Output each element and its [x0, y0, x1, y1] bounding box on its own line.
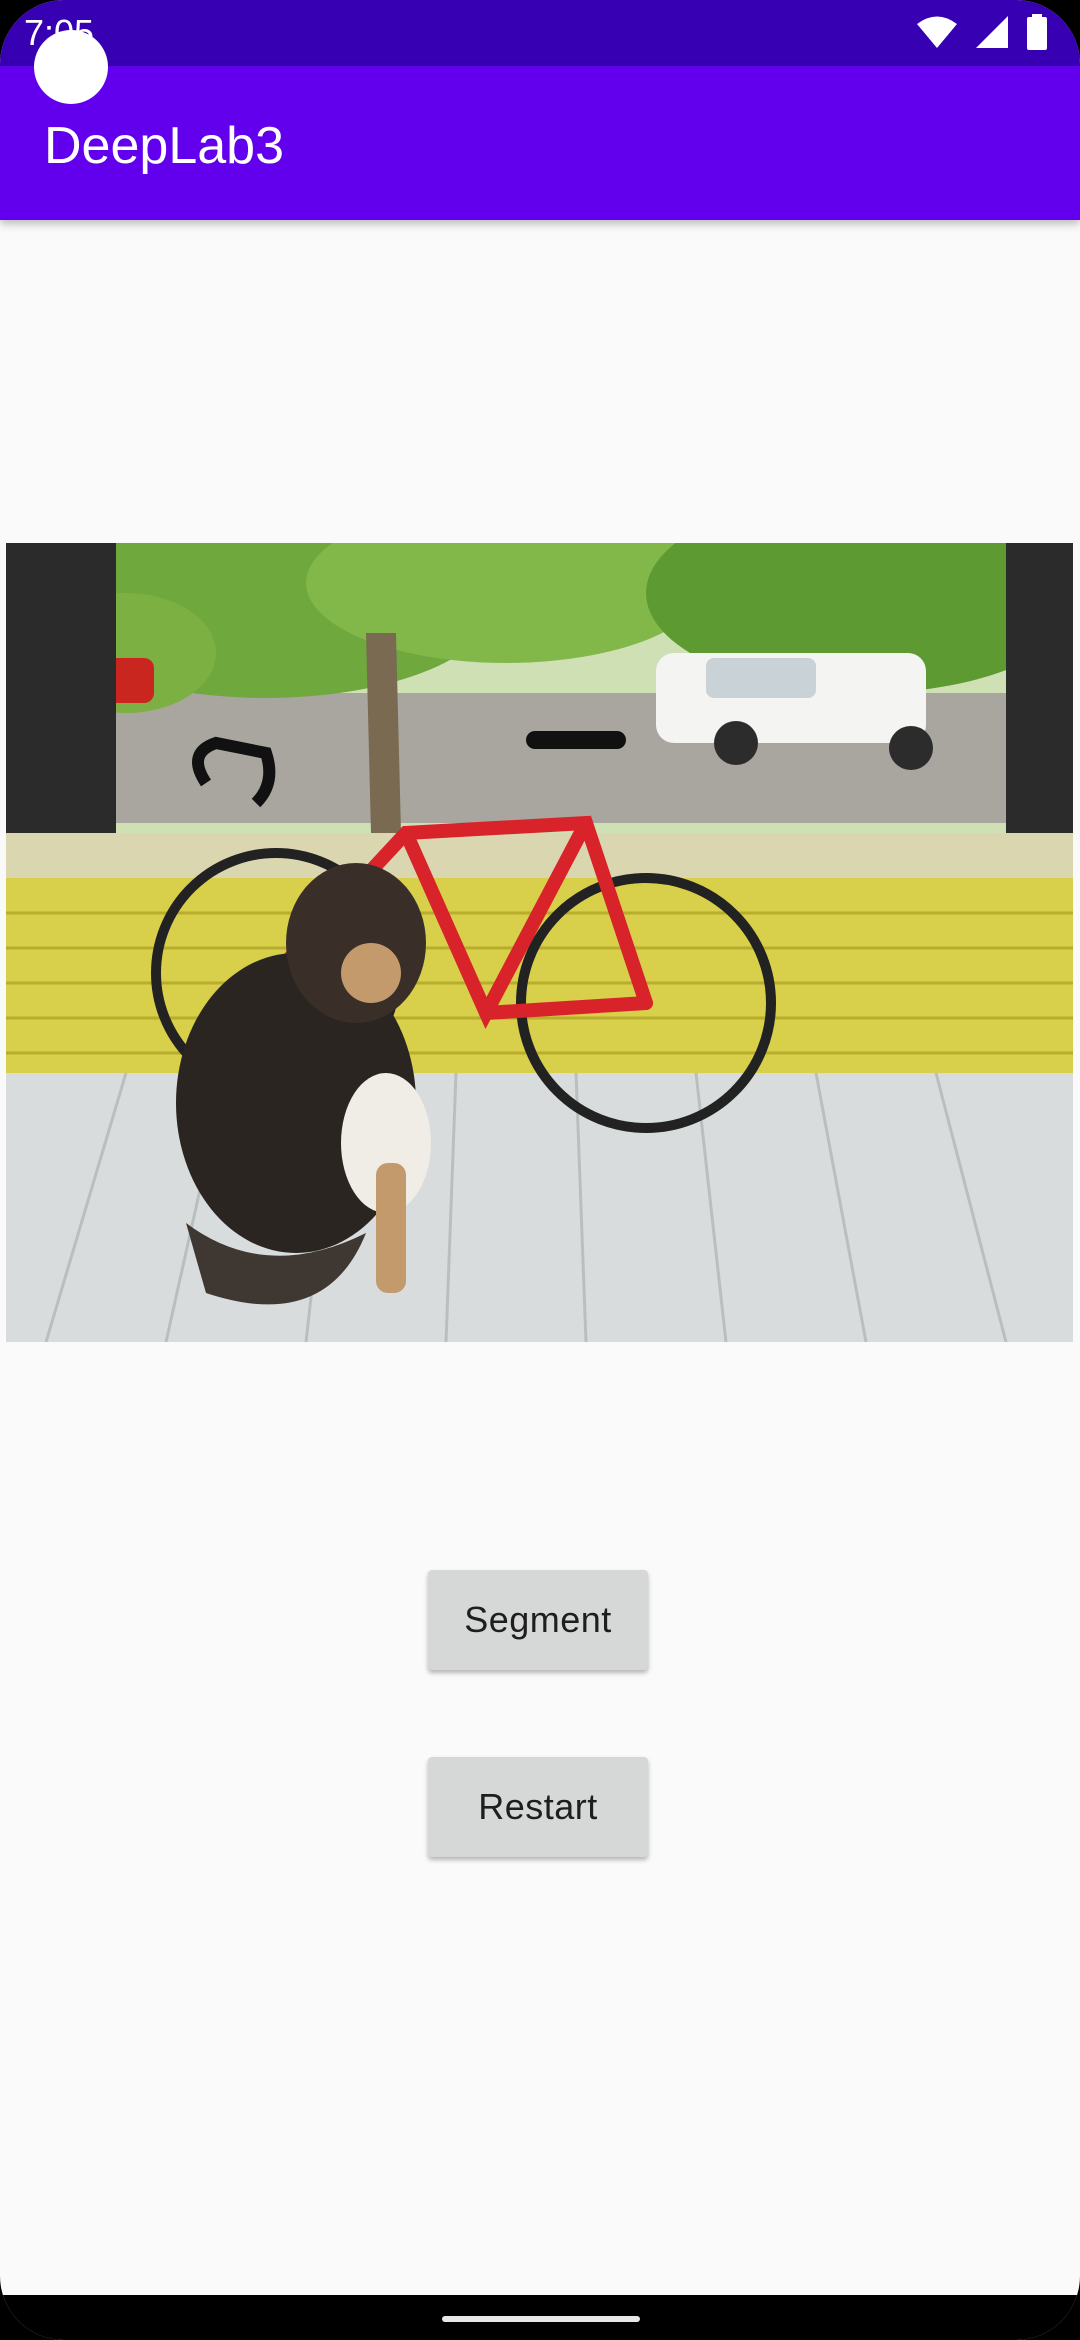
app-title: DeepLab3 [44, 117, 284, 175]
cellular-signal-icon [974, 15, 1010, 54]
status-bar: 7:05 [0, 0, 1080, 66]
app-bar: DeepLab3 [0, 66, 1080, 220]
camera-cutout [34, 30, 108, 104]
status-icons [916, 13, 1048, 55]
input-image [6, 543, 1073, 1342]
battery-icon [1026, 13, 1048, 55]
home-gesture-handle[interactable] [442, 2316, 640, 2322]
segment-button[interactable]: Segment [428, 1570, 648, 1670]
restart-button[interactable]: Restart [428, 1757, 648, 1857]
photo-dog-bicycle [6, 543, 1073, 1342]
app-screen: 7:05 DeepLab3 [0, 0, 1080, 2340]
wifi-icon [916, 15, 958, 54]
